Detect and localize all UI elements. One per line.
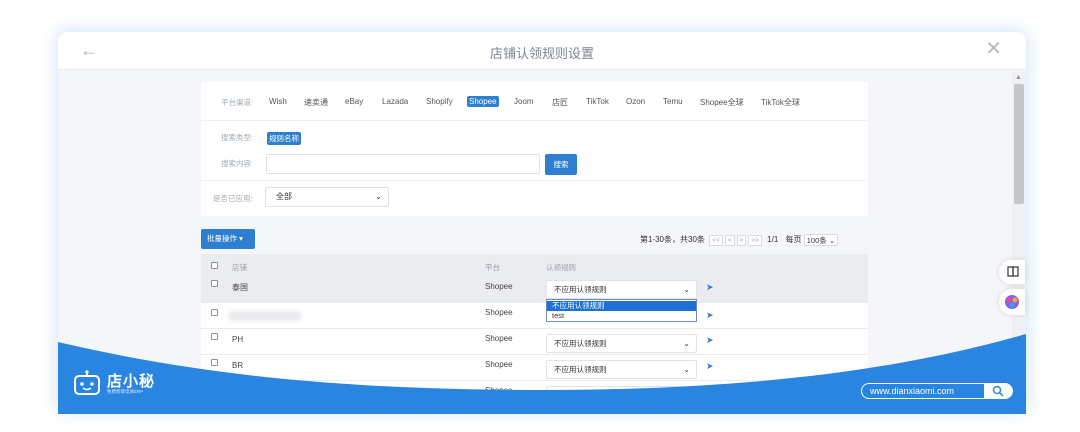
range-text: 第1-30条，共30条 [640,235,705,245]
rule-dropdown-list: 不应用认领规则 test [546,299,697,322]
platform-shopee-global[interactable]: Shopee全球 [700,97,744,108]
table-row: 泰国 Shopee 不应用认领规则 ⌄ ➤ [201,274,868,302]
row-checkbox[interactable] [211,280,218,287]
platform-temu[interactable]: Temu [663,97,683,106]
send-icon[interactable]: ➤ [706,335,714,346]
table-row: PH Shopee 不应用认领规则 ⌄ ➤ [201,328,868,354]
dialog-header: ← 店铺认领规则设置 ✕ [58,32,1026,70]
rule-select[interactable]: 不应用认领规则 ⌄ [546,334,697,353]
site-search-button[interactable] [984,384,1012,398]
send-icon[interactable]: ➤ [706,282,714,293]
scroll-thumb[interactable] [1014,84,1024,204]
row-checkbox[interactable] [211,309,218,316]
row-store: 泰国 [232,283,248,292]
platform-wish[interactable]: Wish [269,97,287,106]
first-page-button[interactable]: << [709,234,723,246]
platform-aliexpress[interactable]: 速卖通 [304,97,328,108]
batch-operation-button[interactable]: 批量操作 ▾ [201,229,255,249]
site-url: www.dianxiaomi.com [870,386,955,396]
row-platform: Shopee [485,360,513,369]
row-platform: Shopee [485,282,513,291]
platform-ozon[interactable]: Ozon [626,97,645,106]
table-row: Shopee ➤ [201,302,868,328]
applied-select-value: 全部 [276,192,292,201]
redacted-store-name [229,311,301,321]
header-rule: 认领规则 [546,263,576,272]
row-checkbox[interactable] [211,359,218,366]
brain-icon [1005,295,1019,309]
divider [201,180,868,181]
table-row: BR Shopee 不应用认领规则 ⌄ ➤ [201,354,868,380]
chevron-down-icon: ⌄ [683,285,690,294]
screen: ← 店铺认领规则设置 ✕ ▲ 平台渠道: Wish 速卖通 eBay Lazad… [0,0,1080,432]
rule-select-value: 不应用认领规则 [554,365,607,374]
dropdown-option-test[interactable]: test [547,311,696,321]
site-search-box[interactable]: www.dianxiaomi.com [861,383,1013,399]
scrollbar[interactable]: ▲ [1012,72,1026,410]
platform-ebay[interactable]: eBay [345,97,363,106]
table-row: Shopee 不应用认领规则 [201,380,868,406]
batch-operation-label: 批量操作 [207,234,237,243]
row-platform: Shopee [485,334,513,343]
rule-select-value: 不应用认领规则 [554,285,607,294]
side-guide-button[interactable] [999,260,1025,284]
close-icon[interactable]: ✕ [985,38,1002,60]
row-store: BR [232,361,244,370]
send-icon[interactable]: ➤ [706,361,714,372]
rule-select[interactable]: 不应用认领规则 [546,386,697,405]
per-page-select[interactable]: 100条 ⌄ [803,234,839,246]
rule-select[interactable]: 不应用认领规则 ⌄ [546,280,697,299]
applied-select[interactable]: 全部 ⌄ [265,187,389,207]
chevron-down-icon: ⌄ [683,339,690,348]
per-page-value: 100条 [806,236,827,245]
scroll-up-arrow-icon[interactable]: ▲ [1015,74,1022,81]
rule-select-value: 不应用认领规则 [554,339,607,348]
search-button[interactable]: 搜索 [545,154,577,175]
header-store: 店铺 [232,263,247,272]
platform-shopee[interactable]: Shopee [467,96,499,107]
dropdown-option-no-rule[interactable]: 不应用认领规则 [547,301,696,311]
dialog-title: 店铺认领规则设置 [489,46,594,61]
search-content-label: 搜索内容: [221,159,254,168]
row-store: PH [232,335,244,344]
brand-slogan: 免费跨境电商ERP [107,389,144,394]
applied-label: 是否已应用: [213,194,253,203]
robot-logo-icon [74,370,100,395]
rules-table: 店铺 平台 认领规则 泰国 Shopee 不应用认领规则 ⌄ ➤ Shopee … [201,254,868,414]
platform-lazada[interactable]: Lazada [382,97,408,106]
chevron-down-icon: ⌄ [683,365,690,374]
select-all-checkbox[interactable] [211,262,218,269]
caret-down-icon: ▾ [239,234,243,243]
book-icon [1007,266,1019,277]
chevron-down-icon: ⌄ [375,192,382,201]
side-ai-button[interactable] [999,289,1025,315]
brand-name: 店小秘 [107,373,156,390]
platform-dianjiang[interactable]: 店匠 [552,97,568,108]
per-page-label: 每页 [785,235,802,245]
search-icon [992,385,1004,397]
row-platform: Shopee [485,386,513,395]
platform-shopify[interactable]: Shopify [426,97,453,106]
next-page-button[interactable]: > [736,234,747,246]
search-type-rule-name[interactable]: 规则名称 [267,132,301,145]
rule-select-value: 不应用认领规则 [554,391,607,400]
platform-label: 平台渠道: [221,98,254,107]
search-input[interactable] [266,154,540,174]
last-page-button[interactable]: >> [748,234,762,246]
platform-tiktok-global[interactable]: TikTok全球 [761,97,800,108]
prev-page-button[interactable]: < [724,234,735,246]
header-platform: 平台 [485,263,500,272]
search-type-label: 搜索类型: [221,133,254,142]
platform-tiktok[interactable]: TikTok [586,97,609,106]
page-indicator: 1/1 [767,235,779,245]
pagination: 第1-30条，共30条 << < > >> 1/1 每页 100条 ⌄ [640,234,839,246]
row-platform: Shopee [485,308,513,317]
rule-select[interactable]: 不应用认领规则 ⌄ [546,360,697,379]
platform-joom[interactable]: Joom [514,97,534,106]
filter-panel: 平台渠道: Wish 速卖通 eBay Lazada Shopify Shope… [201,82,868,216]
divider [201,120,868,121]
send-icon[interactable]: ➤ [706,310,714,321]
row-checkbox[interactable] [211,333,218,340]
